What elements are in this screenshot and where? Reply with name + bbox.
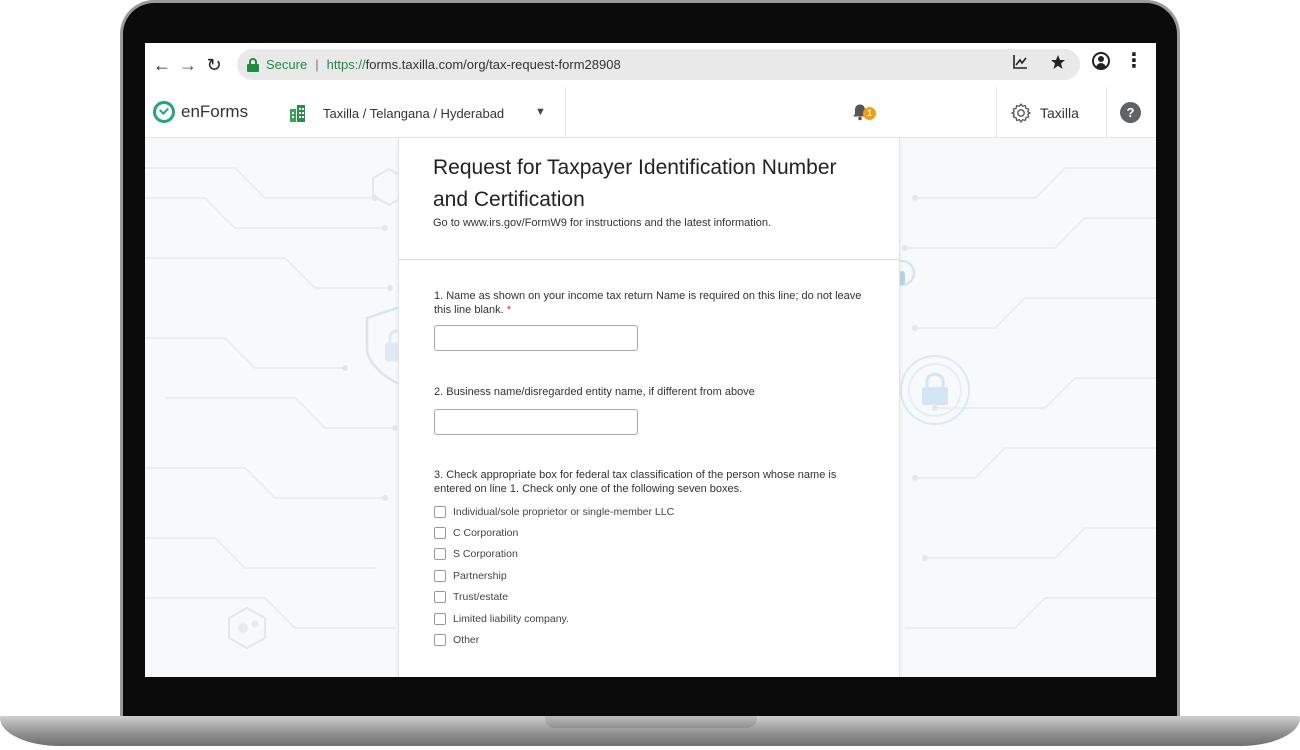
checkbox[interactable] bbox=[434, 591, 446, 603]
star-icon[interactable] bbox=[1050, 54, 1066, 70]
header-divider bbox=[996, 87, 997, 138]
form-card: Request for Taxpayer Identification Numb… bbox=[399, 138, 899, 677]
lock-icon bbox=[247, 57, 259, 72]
address-separator: | bbox=[315, 57, 319, 72]
checkbox[interactable] bbox=[434, 527, 446, 539]
org-selector[interactable]: Taxilla / Telangana / Hyderabad bbox=[323, 106, 504, 121]
classification-option[interactable]: Trust/estate bbox=[434, 591, 508, 603]
form-header: Request for Taxpayer Identification Numb… bbox=[399, 138, 899, 260]
address-bar[interactable]: Secure | https:// forms.taxilla.com/org/… bbox=[237, 49, 1080, 80]
option-label: S Corporation bbox=[453, 548, 518, 560]
reload-icon[interactable]: ↻ bbox=[201, 52, 227, 78]
checkbox[interactable] bbox=[434, 570, 446, 582]
name-input[interactable] bbox=[434, 325, 638, 351]
brand[interactable]: enForms bbox=[153, 101, 248, 123]
option-label: C Corporation bbox=[453, 527, 519, 539]
profile-icon[interactable] bbox=[1092, 52, 1110, 70]
header-divider bbox=[565, 87, 566, 138]
form-title: Request for Taxpayer Identification Numb… bbox=[433, 156, 837, 211]
checkbox[interactable] bbox=[434, 548, 446, 560]
classification-option[interactable]: S Corporation bbox=[434, 548, 518, 560]
checkbox[interactable] bbox=[434, 506, 446, 518]
option-label: Limited liability company. bbox=[453, 613, 569, 625]
browser-toolbar: ← → ↻ Secure | https:// forms.taxilla.co… bbox=[145, 43, 1156, 87]
building-icon bbox=[290, 105, 305, 122]
screen: ← → ↻ Secure | https:// forms.taxilla.co… bbox=[145, 43, 1156, 677]
option-label: Partnership bbox=[453, 570, 507, 582]
back-arrow-icon[interactable]: ← bbox=[149, 52, 175, 78]
secure-label: Secure bbox=[266, 57, 308, 72]
help-icon[interactable]: ? bbox=[1120, 102, 1141, 123]
chart-icon[interactable] bbox=[1012, 54, 1028, 70]
gear-icon[interactable] bbox=[1010, 102, 1032, 124]
option-label: Trust/estate bbox=[453, 591, 509, 603]
brand-name: enForms bbox=[181, 102, 249, 121]
app-header: enForms Taxilla / Telangana / Hyderabad … bbox=[145, 87, 1156, 138]
caret-down-icon[interactable]: ▼ bbox=[535, 106, 546, 118]
option-label: Individual/sole proprietor or single-mem… bbox=[453, 506, 675, 518]
q1-label: 1. Name as shown on your income tax retu… bbox=[434, 289, 864, 317]
q2-label: 2. Business name/disregarded entity name… bbox=[434, 386, 755, 398]
kebab-menu-icon[interactable]: ⋮ bbox=[1124, 51, 1144, 71]
classification-option[interactable]: Individual/sole proprietor or single-mem… bbox=[434, 506, 674, 518]
url-text: forms.taxilla.com/org/tax-request-form28… bbox=[365, 57, 621, 72]
q1-label-text: 1. Name as shown on your income tax retu… bbox=[434, 290, 862, 316]
q3-label: 3. Check appropriate box for federal tax… bbox=[434, 469, 837, 495]
checkbox[interactable] bbox=[434, 613, 446, 625]
header-divider bbox=[1106, 87, 1107, 138]
option-label: Other bbox=[453, 634, 480, 646]
classification-option[interactable]: Partnership bbox=[434, 570, 507, 582]
required-mark: * bbox=[506, 304, 511, 316]
url-protocol: https:// bbox=[326, 57, 366, 72]
settings-org-label[interactable]: Taxilla bbox=[1040, 105, 1079, 121]
business-name-input[interactable] bbox=[434, 409, 638, 435]
brand-logo-icon bbox=[153, 101, 175, 123]
classification-option[interactable]: C Corporation bbox=[434, 527, 518, 539]
forward-arrow-icon[interactable]: → bbox=[175, 52, 201, 78]
notification-badge: 1 bbox=[863, 107, 876, 120]
checkbox[interactable] bbox=[434, 634, 446, 646]
laptop-notch bbox=[545, 716, 757, 728]
classification-option[interactable]: Other bbox=[434, 634, 479, 646]
form-subtitle: Go to www.irs.gov/FormW9 for instruction… bbox=[433, 217, 772, 229]
classification-option[interactable]: Limited liability company. bbox=[434, 613, 569, 625]
